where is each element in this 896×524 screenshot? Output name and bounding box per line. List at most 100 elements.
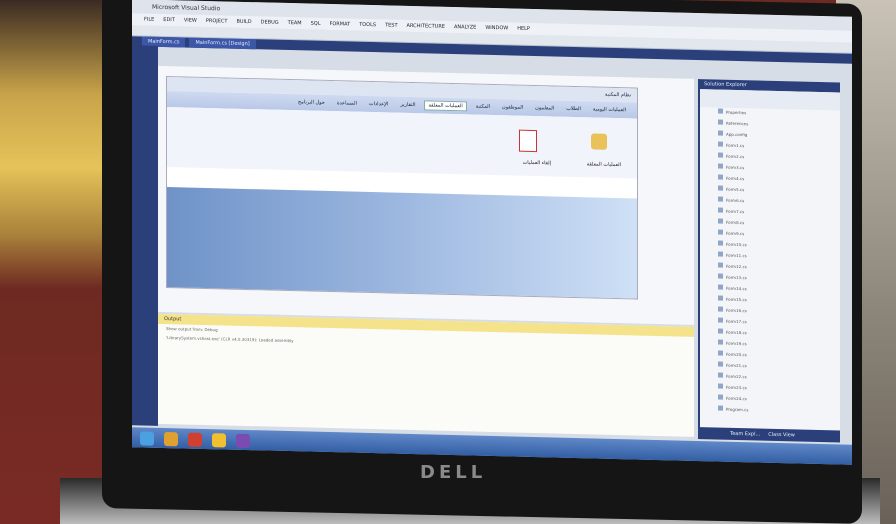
designer-area: نظام المكتبة العمليات اليومية الطلاب المعل… bbox=[158, 65, 694, 325]
file-icon bbox=[718, 152, 723, 158]
solution-item-label: App.config bbox=[726, 131, 748, 138]
file-icon bbox=[718, 372, 723, 378]
ribbon-tab[interactable]: العمليات المعلقة bbox=[424, 100, 467, 112]
file-icon bbox=[718, 328, 723, 334]
folder-icon[interactable] bbox=[212, 433, 226, 448]
solution-item-label: Form23.cs bbox=[726, 384, 747, 391]
visual-studio-icon[interactable] bbox=[236, 433, 250, 449]
file-icon bbox=[718, 284, 723, 290]
menu-item[interactable]: FORMAT bbox=[330, 21, 351, 28]
ribbon-tab[interactable]: الموظفون bbox=[499, 103, 526, 112]
file-icon bbox=[718, 141, 723, 147]
file-icon bbox=[718, 119, 723, 125]
ribbon-tab[interactable]: العمليات اليومية bbox=[590, 105, 629, 114]
cancel-icon[interactable] bbox=[519, 129, 537, 153]
ribbon-tab[interactable]: التقارير bbox=[397, 101, 418, 110]
solution-item-label: Form7.cs bbox=[726, 208, 745, 215]
ribbon-tab[interactable]: المساعدة bbox=[334, 99, 360, 108]
file-icon bbox=[718, 339, 723, 345]
solution-item-label: Form15.cs bbox=[726, 296, 747, 303]
solution-item-label: Form18.cs bbox=[726, 329, 747, 336]
menu-item[interactable]: PROJECT bbox=[206, 18, 228, 25]
solution-item-label: Properties bbox=[726, 109, 747, 116]
menu-item[interactable]: ARCHITECTURE bbox=[407, 23, 445, 30]
ribbon-panel: العمليات المعلقة إلغاء العمليات bbox=[167, 107, 637, 179]
laptop-brand: DELL bbox=[420, 462, 487, 483]
action-label-cancel: إلغاء العمليات bbox=[522, 159, 551, 167]
media-icon[interactable] bbox=[188, 432, 202, 447]
file-icon bbox=[718, 174, 723, 180]
menu-item[interactable]: ANALYZE bbox=[454, 24, 476, 31]
solution-item-label: Form21.cs bbox=[726, 362, 747, 369]
file-icon bbox=[718, 240, 723, 246]
solution-item-label: Form11.cs bbox=[726, 252, 747, 259]
file-icon bbox=[718, 394, 723, 400]
form-body bbox=[167, 187, 637, 299]
solution-item-label: Form16.cs bbox=[726, 307, 747, 314]
file-icon bbox=[718, 130, 723, 136]
file-icon bbox=[718, 229, 723, 235]
solution-item-label: Form12.cs bbox=[726, 263, 747, 270]
file-icon bbox=[718, 306, 723, 312]
menu-item[interactable]: WINDOW bbox=[485, 25, 508, 32]
menu-item[interactable]: FILE bbox=[144, 16, 154, 22]
ribbon-tab[interactable]: الطلاب bbox=[563, 105, 584, 114]
solution-item-label: Form20.cs bbox=[726, 351, 747, 358]
class-view-tab[interactable]: Class View bbox=[768, 432, 795, 439]
solution-footer: Team Expl... Class View bbox=[700, 427, 840, 443]
ribbon-tab[interactable]: الإعدادات bbox=[366, 100, 392, 109]
solution-item-label: Form22.cs bbox=[726, 373, 747, 380]
file-icon bbox=[718, 163, 723, 169]
file-icon bbox=[718, 108, 723, 114]
tab-design[interactable]: MainForm.cs [Design] bbox=[189, 37, 256, 50]
explorer-icon[interactable] bbox=[164, 431, 178, 447]
ribbon-tab[interactable]: المعلمون bbox=[532, 104, 557, 113]
menu-item[interactable]: TEST bbox=[385, 22, 397, 28]
solution-item-label: Form5.cs bbox=[726, 186, 745, 193]
file-icon bbox=[718, 405, 723, 411]
solution-item-label: Form10.cs bbox=[726, 241, 747, 248]
file-icon bbox=[718, 196, 723, 202]
solution-item-label: Form1.cs bbox=[726, 142, 745, 149]
output-panel: Output Show output from: Debug 'LibraryS… bbox=[158, 313, 694, 437]
menu-item[interactable]: DEBUG bbox=[261, 19, 279, 25]
file-icon bbox=[718, 317, 723, 323]
solution-item-label: Form8.cs bbox=[726, 219, 745, 226]
solution-item-label: References bbox=[726, 120, 749, 127]
ribbon-tab[interactable]: المكتبة bbox=[473, 103, 493, 111]
solution-item-label: Form9.cs bbox=[726, 230, 745, 237]
menu-item[interactable]: BUILD bbox=[236, 19, 251, 25]
solution-item-label: Form17.cs bbox=[726, 318, 747, 325]
solution-tree: Properties References App.config Form1.cs Fo… bbox=[700, 107, 840, 418]
file-icon bbox=[718, 185, 723, 191]
menu-item[interactable]: VIEW bbox=[184, 17, 197, 23]
solution-item-label: Form4.cs bbox=[726, 175, 745, 182]
file-icon bbox=[718, 207, 723, 213]
solution-explorer: Solution Explorer Properties References Ap… bbox=[698, 79, 840, 443]
menu-item[interactable]: TEAM bbox=[288, 20, 302, 26]
toolbox-strip[interactable] bbox=[132, 45, 158, 426]
solution-item-label: Program.cs bbox=[726, 406, 749, 413]
file-icon bbox=[718, 361, 723, 367]
solution-item-label: Form2.cs bbox=[726, 153, 745, 160]
menu-item[interactable]: SQL bbox=[311, 21, 321, 27]
start-icon[interactable] bbox=[140, 431, 154, 446]
file-icon bbox=[718, 383, 723, 389]
action-label-pending: العمليات المعلقة bbox=[586, 161, 621, 169]
ribbon-tab[interactable]: حول البرنامج bbox=[295, 98, 328, 107]
pending-icon[interactable] bbox=[591, 133, 607, 150]
menu-item[interactable]: EDIT bbox=[163, 17, 175, 23]
file-icon bbox=[718, 273, 723, 279]
solution-item[interactable]: Program.cs bbox=[700, 404, 840, 418]
file-icon bbox=[718, 295, 723, 301]
menu-item[interactable]: HELP bbox=[517, 26, 530, 32]
file-icon bbox=[718, 218, 723, 224]
window-title: Microsoft Visual Studio bbox=[152, 3, 221, 12]
solution-item-label: Form14.cs bbox=[726, 285, 747, 292]
solution-item-label: Form6.cs bbox=[726, 197, 745, 204]
solution-item-label: Form19.cs bbox=[726, 340, 747, 347]
designed-form: نظام المكتبة العمليات اليومية الطلاب المعل… bbox=[166, 76, 638, 300]
file-icon bbox=[718, 251, 723, 257]
menu-item[interactable]: TOOLS bbox=[359, 22, 376, 28]
team-explorer-tab[interactable]: Team Expl... bbox=[730, 431, 760, 438]
